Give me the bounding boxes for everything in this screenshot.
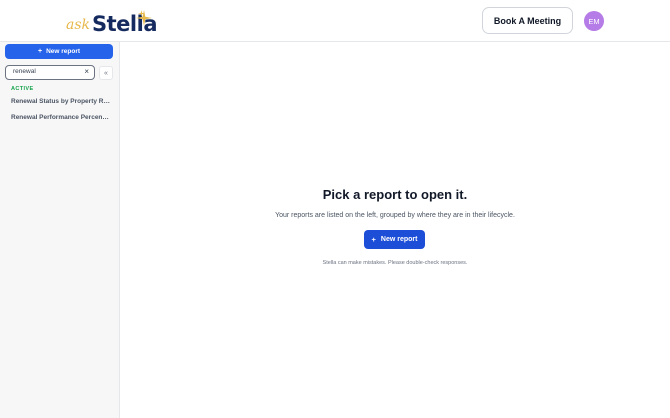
logo-prefix: ask xyxy=(66,17,91,33)
small-sparkle-icon xyxy=(138,10,145,17)
empty-state-title: Pick a report to open it. xyxy=(322,187,468,202)
disclaimer-text: Stella can make mistakes. Please double-… xyxy=(322,260,468,266)
book-meeting-button[interactable]: Book A Meeting xyxy=(482,7,573,34)
user-avatar[interactable]: EM xyxy=(584,11,604,31)
new-report-label: New report xyxy=(380,236,418,243)
collapse-sidebar-button[interactable]: « xyxy=(99,66,113,80)
report-list-item[interactable]: Renewal Status by Property Report xyxy=(11,98,111,105)
plus-icon: + xyxy=(37,48,43,55)
new-report-button-main[interactable]: + New report xyxy=(364,230,425,249)
section-label-active: ACTIVE xyxy=(11,86,34,92)
new-report-button-sidebar[interactable]: + New report xyxy=(5,44,113,59)
empty-state-subtitle: Your reports are listed on the left, gro… xyxy=(275,212,515,219)
plus-icon: + xyxy=(371,235,376,244)
report-list-item[interactable]: Renewal Performance Percentage Report xyxy=(11,114,111,121)
top-header: ask Stella Book A Meeting EM xyxy=(0,0,670,42)
chevrons-left-icon: « xyxy=(104,69,108,77)
close-icon[interactable]: × xyxy=(84,67,89,76)
reports-sidebar: + New report renewal × « ACTIVE Renewal … xyxy=(0,42,120,418)
main-content: Pick a report to open it. Your reports a… xyxy=(120,42,670,418)
report-search-input[interactable]: renewal × xyxy=(5,65,95,80)
new-report-label: New report xyxy=(46,48,81,55)
search-value: renewal xyxy=(13,68,36,75)
